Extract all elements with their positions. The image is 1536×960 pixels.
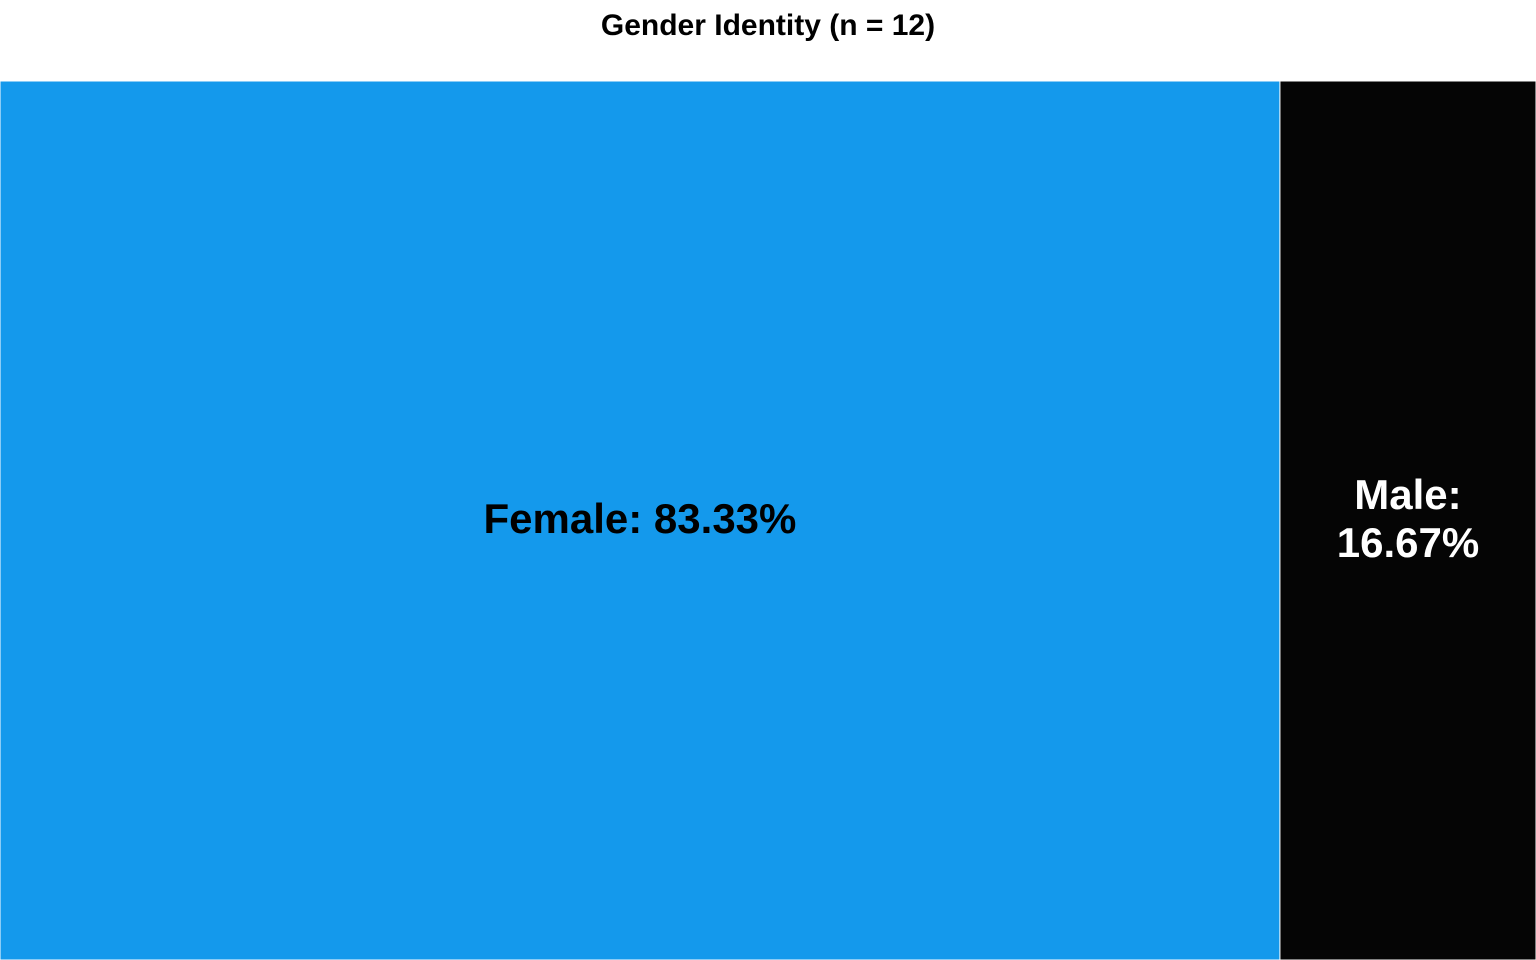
treemap-plot: Female: 83.33% Male: 16.67% xyxy=(0,81,1536,960)
chart-container: Gender Identity (n = 12) Female: 83.33% M… xyxy=(0,0,1536,960)
treemap-label-female: Female: 83.33% xyxy=(484,495,797,542)
treemap-label-line: 16.67% xyxy=(1337,519,1479,566)
treemap-label-line: Female: 83.33% xyxy=(484,495,797,542)
treemap-label-male: Male: 16.67% xyxy=(1337,471,1479,566)
chart-title: Gender Identity (n = 12) xyxy=(600,9,936,42)
treemap-label-line: Male: xyxy=(1354,471,1461,518)
